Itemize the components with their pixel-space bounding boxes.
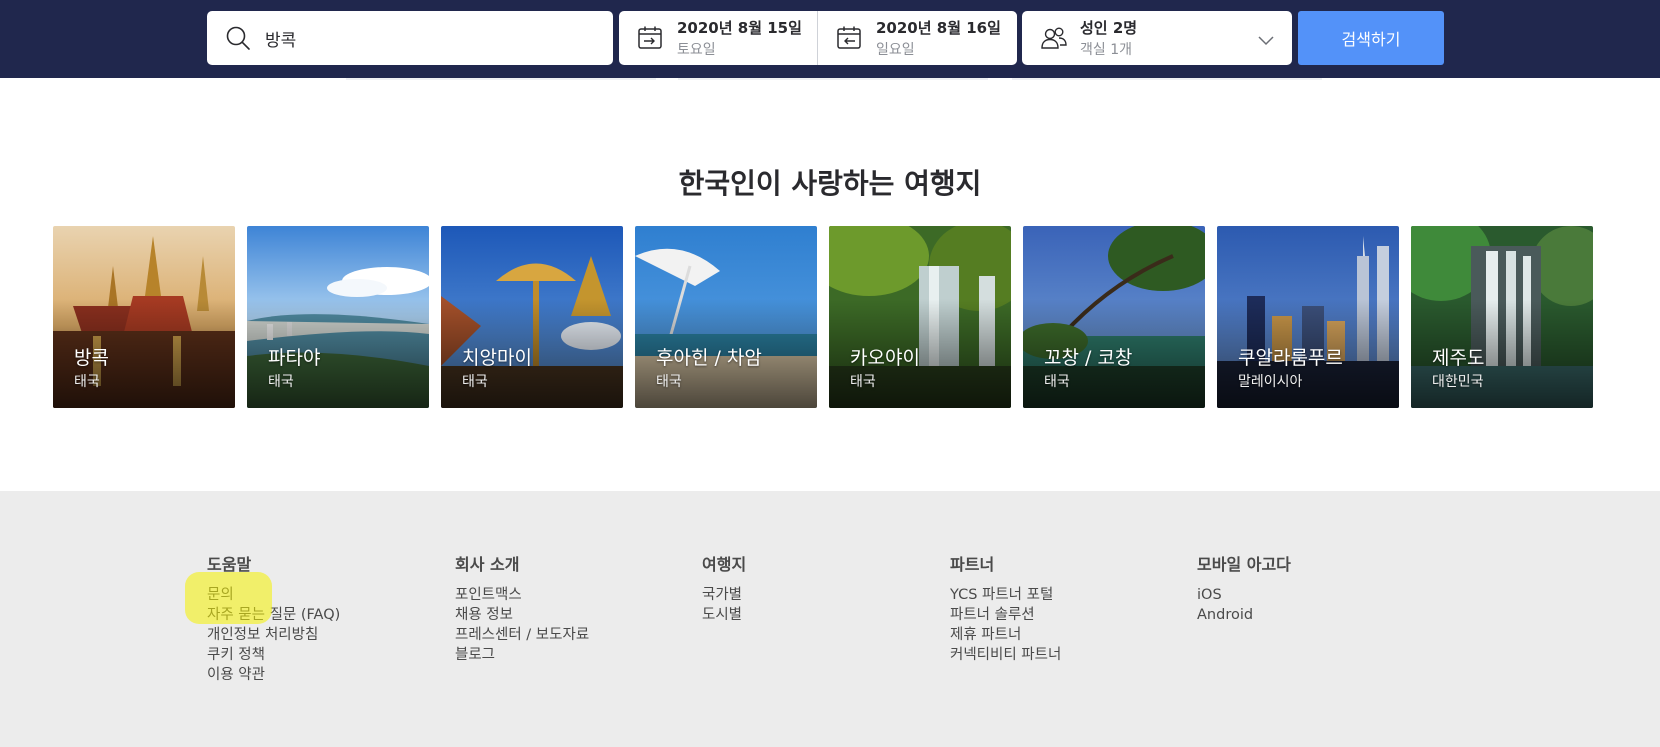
search-bar: 2020년 8월 15일 토요일 2020년 8월 16일 일요일 성인 2명 …: [0, 0, 1660, 78]
destination-name: 파타야: [268, 347, 321, 369]
footer-link-by-city[interactable]: 도시별: [702, 605, 746, 625]
footer-heading: 여행지: [702, 555, 747, 574]
checkin-date[interactable]: 2020년 8월 15일 토요일: [619, 11, 818, 65]
destination-country: 태국: [462, 374, 488, 390]
destination-card-kohchang[interactable]: 꼬창 / 코창 태국: [1023, 226, 1205, 408]
footer-link-terms[interactable]: 이용 약관: [207, 665, 340, 685]
destination-search-box[interactable]: [207, 11, 613, 65]
destination-card-chiangmai[interactable]: 치앙마이 태국: [441, 226, 623, 408]
footer-column-mobile: 모바일 아고다 iOS Android: [1197, 551, 1291, 625]
checkin-day-text: 토요일: [677, 42, 716, 58]
footer-link-cookies[interactable]: 쿠키 정책: [207, 645, 340, 665]
footer-heading: 파트너: [950, 555, 995, 574]
guests-icon: [1040, 25, 1068, 55]
footer-heading: 회사 소개: [455, 555, 520, 574]
destination-country: 태국: [268, 374, 294, 390]
destination-card-pattaya[interactable]: 파타야 태국: [247, 226, 429, 408]
calendar-checkin-icon: [637, 25, 663, 55]
footer-column-destinations: 여행지 국가별 도시별: [702, 551, 746, 625]
destination-name: 쿠알라룸푸르: [1238, 347, 1343, 369]
footer-link-pointsmax[interactable]: 포인트맥스: [455, 585, 589, 605]
search-icon: [225, 25, 251, 55]
checkout-day-text: 일요일: [876, 42, 915, 58]
section-title: 한국인이 사랑하는 여행지: [678, 167, 982, 200]
footer-heading: 모바일 아고다: [1197, 555, 1291, 574]
footer-link-ycs[interactable]: YCS 파트너 포털: [950, 585, 1061, 605]
destination-country: 태국: [74, 374, 100, 390]
guest-count-text: 성인 2명: [1080, 19, 1138, 37]
search-button[interactable]: 검색하기: [1298, 11, 1444, 65]
room-count-text: 객실 1개: [1080, 42, 1132, 58]
divider: [678, 78, 988, 80]
destination-card-jeju[interactable]: 제주도 대한민국: [1411, 226, 1593, 408]
footer-link-privacy[interactable]: 개인정보 처리방침: [207, 625, 340, 645]
destination-country: 태국: [656, 374, 682, 390]
checkin-date-text: 2020년 8월 15일: [677, 19, 802, 37]
footer-link-by-country[interactable]: 국가별: [702, 585, 746, 605]
footer-column-company: 회사 소개 포인트맥스 채용 정보 프레스센터 / 보도자료 블로그: [455, 551, 589, 665]
footer-link-press[interactable]: 프레스센터 / 보도자료: [455, 625, 589, 645]
date-picker[interactable]: 2020년 8월 15일 토요일 2020년 8월 16일 일요일: [619, 11, 1017, 65]
checkout-date-text: 2020년 8월 16일: [876, 19, 1001, 37]
destination-card-khaoyai[interactable]: 카오야이 태국: [829, 226, 1011, 408]
destination-card-bangkok[interactable]: 방콕 태국: [53, 226, 235, 408]
guest-selector[interactable]: 성인 2명 객실 1개: [1022, 11, 1292, 65]
destination-country: 태국: [1044, 374, 1070, 390]
footer-link-affiliates[interactable]: 제휴 파트너: [950, 625, 1061, 645]
divider: [346, 78, 656, 80]
destination-country: 대한민국: [1432, 374, 1484, 390]
destination-name: 치앙마이: [462, 347, 532, 369]
footer-link-blog[interactable]: 블로그: [455, 645, 589, 665]
checkout-date[interactable]: 2020년 8월 16일 일요일: [818, 11, 1017, 65]
destination-country: 말레이시아: [1238, 374, 1303, 390]
search-input[interactable]: [265, 23, 595, 53]
destination-name: 방콕: [74, 347, 109, 369]
cursor-highlight: [185, 572, 272, 624]
calendar-checkout-icon: [836, 25, 862, 55]
divider: [1012, 78, 1322, 80]
chevron-down-icon[interactable]: [1258, 31, 1274, 50]
footer-column-partners: 파트너 YCS 파트너 포털 파트너 솔루션 제휴 파트너 커넥티비티 파트너: [950, 551, 1061, 665]
destination-card-kualalumpur[interactable]: 쿠알라룸푸르 말레이시아: [1217, 226, 1399, 408]
destination-country: 태국: [850, 374, 876, 390]
footer-link-ios[interactable]: iOS: [1197, 585, 1291, 605]
destination-card-huahin[interactable]: 후아힌 / 차암 태국: [635, 226, 817, 408]
footer-link-android[interactable]: Android: [1197, 605, 1291, 625]
footer-link-connectivity[interactable]: 커넥티비티 파트너: [950, 645, 1061, 665]
destination-name: 카오야이: [850, 347, 920, 369]
destination-name: 후아힌 / 차암: [656, 347, 762, 369]
footer-link-partner-solutions[interactable]: 파트너 솔루션: [950, 605, 1061, 625]
destination-name: 제주도: [1432, 347, 1485, 369]
destination-name: 꼬창 / 코창: [1044, 347, 1133, 369]
footer-link-careers[interactable]: 채용 정보: [455, 605, 589, 625]
